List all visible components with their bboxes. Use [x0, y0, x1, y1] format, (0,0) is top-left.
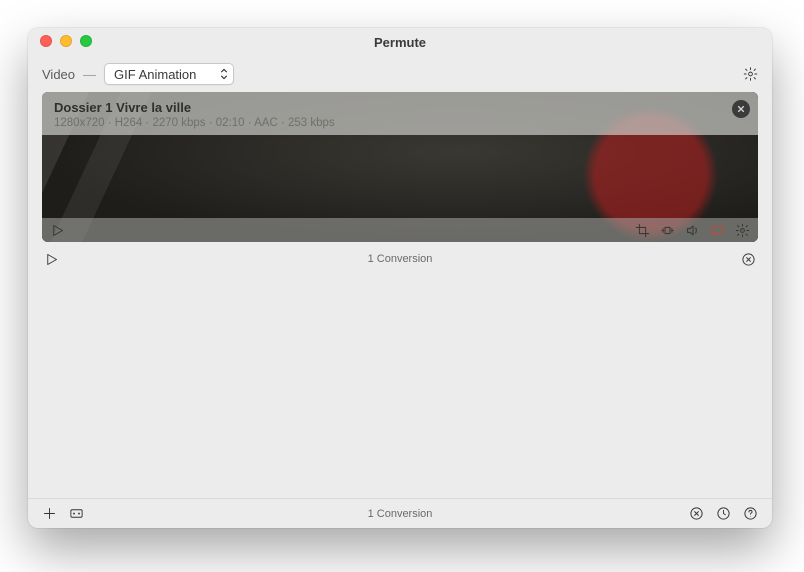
subtitles-icon[interactable]: [710, 223, 725, 238]
item-status-text: 1 Conversion: [368, 253, 433, 265]
item-status-row: 1 Conversion: [42, 250, 758, 268]
help-button[interactable]: [743, 506, 758, 521]
cancel-item-button[interactable]: [741, 252, 756, 267]
preset-select-value: GIF Animation: [114, 67, 196, 82]
conversion-item[interactable]: Dossier 1 Vivre la ville 1280x720 · H264…: [42, 92, 758, 242]
chevron-updown-icon: [220, 69, 228, 80]
media-kind-label: Video: [42, 67, 75, 82]
item-controls: [42, 218, 758, 242]
history-button[interactable]: [716, 506, 731, 521]
bottom-status-text: 1 Conversion: [368, 508, 433, 520]
item-info-bar: Dossier 1 Vivre la ville 1280x720 · H264…: [42, 92, 758, 135]
presets-icon[interactable]: [69, 506, 84, 521]
bottom-bar: 1 Conversion: [28, 498, 772, 528]
app-window: Permute Video — GIF Animation Dossier 1 …: [28, 28, 772, 528]
trim-icon[interactable]: [660, 223, 675, 238]
cancel-all-button[interactable]: [689, 506, 704, 521]
minimize-window-button[interactable]: [60, 35, 72, 47]
window-controls: [40, 35, 92, 47]
preset-settings-button[interactable]: [743, 67, 758, 82]
preset-select[interactable]: GIF Animation: [104, 63, 234, 85]
toolbar-separator: —: [83, 67, 96, 82]
item-metadata: 1280x720 · H264 · 2270 kbps · 02:10 · AA…: [54, 117, 746, 129]
zoom-window-button[interactable]: [80, 35, 92, 47]
window-title: Permute: [374, 35, 426, 50]
titlebar: Permute: [28, 28, 772, 56]
volume-icon[interactable]: [685, 223, 700, 238]
toolbar: Video — GIF Animation: [28, 56, 772, 92]
item-title: Dossier 1 Vivre la ville: [54, 100, 746, 115]
add-button[interactable]: [42, 506, 57, 521]
start-item-button[interactable]: [44, 252, 59, 267]
crop-icon[interactable]: [635, 223, 650, 238]
content-area: Dossier 1 Vivre la ville 1280x720 · H264…: [28, 92, 772, 498]
item-settings-button[interactable]: [735, 223, 750, 238]
close-window-button[interactable]: [40, 35, 52, 47]
preview-play-button[interactable]: [50, 223, 65, 238]
remove-item-button[interactable]: [732, 100, 750, 118]
